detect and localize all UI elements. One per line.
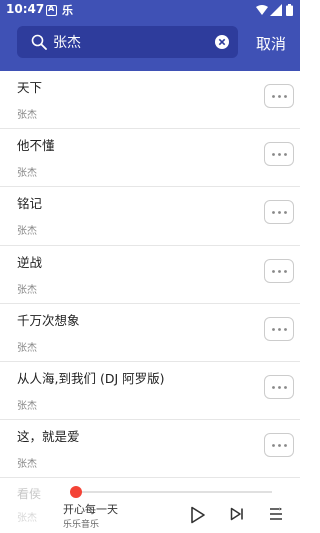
song-title: 天下 [17,80,43,95]
song-artist: 张杰 [17,168,37,180]
progress-knob[interactable] [70,486,82,498]
song-title: 逆战 [17,254,43,270]
song-artist: 张杰 [17,110,37,121]
progress-track[interactable] [76,491,272,493]
song-artist: 张杰 [17,226,37,238]
more-options-button[interactable] [264,433,294,458]
song-title: 千万次想象 [17,312,80,328]
now-playing-title: 开心每一天 [63,503,118,516]
song-title: 从人海,到我们 (DJ 阿罗版) [17,370,165,386]
song-row[interactable]: 他不懂 张杰 [0,129,300,188]
play-icon [191,506,205,524]
wifi-icon [256,5,268,15]
clear-icon[interactable] [215,35,229,49]
more-icon [272,386,287,389]
song-title: 铭记 [17,196,43,212]
song-row[interactable]: 逆战 张杰 [0,246,300,304]
status-time: 10:47 [6,2,45,16]
more-options-button[interactable] [264,200,294,225]
app-notification-icon: 乐 [62,4,73,17]
status-bar: 10:47 乐 [0,0,300,20]
more-icon [272,269,287,273]
cancel-button[interactable]: 取消 [256,33,286,54]
next-icon [230,507,243,521]
more-icon [272,95,287,98]
playlist-button[interactable] [269,507,283,521]
song-artist: 张杰 [17,342,37,354]
now-playing-subtitle: 乐乐音乐 [63,520,100,530]
partial-song-artist: 张杰 [17,513,37,524]
more-options-button[interactable] [264,316,294,341]
song-row[interactable]: 千万次想象 张杰 [0,304,300,362]
song-row[interactable]: 铭记 张杰 [0,187,300,246]
notification-icon [46,4,57,16]
search-box[interactable] [17,26,238,58]
song-row[interactable]: 天下 张杰 [0,71,300,130]
song-row[interactable]: 这，就是爱 张杰 [0,420,300,479]
song-row[interactable]: 从人海,到我们 (DJ 阿罗版) 张杰 [0,362,300,421]
playlist-icon [270,507,282,520]
song-artist: 张杰 [17,284,37,296]
more-options-button[interactable] [264,142,294,167]
more-icon [272,327,287,331]
search-icon [31,34,47,50]
song-artist: 张杰 [17,459,37,471]
song-title: 他不懂 [17,138,55,154]
more-options-button[interactable] [264,258,294,283]
play-button[interactable] [190,506,206,524]
search-input[interactable] [53,26,217,58]
more-icon [272,211,287,215]
app-header: 10:47 乐 取消 [0,0,300,71]
more-options-button[interactable] [264,374,294,399]
battery-icon [286,4,293,16]
more-options-button[interactable] [264,84,294,108]
song-title: 这，就是爱 [17,429,80,445]
song-artist: 张杰 [17,400,37,412]
more-icon [272,444,287,448]
mini-player[interactable]: 看侯 张杰 开心每一天 乐乐音乐 [0,482,300,533]
next-button[interactable] [230,507,244,521]
song-list: 天下 张杰 他不懂 张杰 铭记 张杰 逆战 张杰 千万次想象 张杰 从人海,到我… [0,71,300,482]
more-icon [272,153,287,157]
partial-song-title: 看侯 [17,487,42,501]
signal-icon [270,4,282,16]
